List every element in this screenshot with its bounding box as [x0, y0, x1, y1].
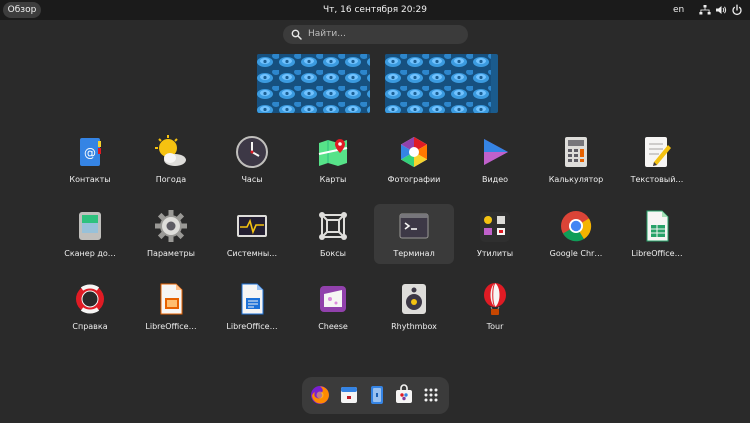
top-bar: Обзор Чт, 16 сентября 20:29 en: [0, 0, 750, 20]
app-tile[interactable]: Cheese: [293, 277, 373, 337]
app-tile[interactable]: Google Chr…: [536, 204, 616, 264]
app-tile[interactable]: Системны…: [212, 204, 292, 264]
app-label: Терминал: [393, 249, 435, 258]
app-label: Справка: [72, 322, 108, 331]
app-tile[interactable]: LibreOffice…: [131, 277, 211, 337]
terminal-icon: [399, 213, 429, 239]
settings-icon: [155, 210, 187, 242]
photos-icon: [401, 137, 427, 167]
files-icon[interactable]: [365, 383, 389, 407]
app-tile[interactable]: Текстовый…: [617, 130, 697, 190]
app-tile[interactable]: LibreOffice…: [617, 204, 697, 264]
firefox-icon[interactable]: [308, 383, 332, 407]
help-icon: [76, 284, 104, 314]
search-placeholder: Найти...: [308, 29, 346, 39]
app-label: Tour: [486, 322, 504, 331]
libreoffice-writer-icon: [241, 283, 264, 315]
app-tile[interactable]: Часы: [212, 130, 292, 190]
app-label: LibreOffice…: [631, 249, 683, 258]
app-label: LibreOffice…: [226, 322, 278, 331]
search-input[interactable]: Найти...: [283, 25, 468, 44]
app-label: Параметры: [147, 249, 195, 258]
app-label: Видео: [481, 175, 509, 184]
app-tile[interactable]: LibreOffice…: [212, 277, 292, 337]
app-label: Google Chr…: [549, 249, 603, 258]
app-label: Текстовый…: [630, 175, 684, 184]
app-tile[interactable]: Боксы: [293, 204, 373, 264]
weather-icon: [155, 135, 186, 166]
software-icon[interactable]: [392, 383, 416, 407]
app-tile[interactable]: Сканер до…: [50, 204, 130, 264]
show-apps-icon[interactable]: [419, 383, 443, 407]
app-tile[interactable]: Погода: [131, 130, 211, 190]
wallpaper-preview: [257, 54, 370, 113]
app-label: Фотографии: [387, 175, 441, 184]
app-tile[interactable]: Калькулятор: [536, 130, 616, 190]
utilities-folder-icon: [480, 212, 510, 242]
app-label: Часы: [241, 175, 263, 184]
app-label: Сканер до…: [64, 249, 116, 258]
boxes-icon: [319, 212, 347, 240]
app-label: Боксы: [320, 249, 346, 258]
wallpaper-preview: [385, 54, 491, 113]
tour-icon: [484, 282, 506, 315]
clock-icon: [236, 136, 268, 168]
app-label: Погода: [155, 175, 187, 184]
app-tile[interactable]: Утилиты: [455, 204, 535, 264]
app-tile[interactable]: Видео: [455, 130, 535, 190]
calendar-icon[interactable]: [337, 383, 361, 407]
date-time[interactable]: Чт, 16 сентября 20:29: [0, 0, 750, 20]
power-icon[interactable]: [731, 4, 743, 16]
text-editor-icon: [645, 137, 671, 167]
volume-icon[interactable]: [715, 4, 727, 16]
network-icon[interactable]: [699, 4, 711, 16]
app-label: Контакты: [69, 175, 111, 184]
app-label: Rhythmbox: [391, 322, 437, 331]
app-label: Системны…: [226, 249, 278, 258]
keyboard-layout-indicator[interactable]: en: [673, 0, 684, 20]
app-tile[interactable]: @ Контакты: [50, 130, 130, 190]
videos-icon: [484, 139, 508, 165]
app-tile[interactable]: Rhythmbox: [374, 277, 454, 337]
app-label: Карты: [319, 175, 347, 184]
rhythmbox-icon: [402, 284, 426, 314]
app-label: Калькулятор: [548, 175, 604, 184]
workspace-thumbnail-1[interactable]: [257, 54, 370, 113]
app-tile[interactable]: Параметры: [131, 204, 211, 264]
app-tile[interactable]: Справка: [50, 277, 130, 337]
search-icon: [291, 29, 302, 40]
workspace-thumbnail-2[interactable]: [385, 54, 498, 113]
libreoffice-impress-icon: [160, 283, 183, 315]
dash: [302, 377, 449, 414]
libreoffice-calc-icon: [646, 210, 669, 242]
app-tile[interactable]: Терминал: [374, 204, 454, 264]
scanner-icon: [79, 212, 101, 240]
app-label: LibreOffice…: [145, 322, 197, 331]
app-label: Cheese: [318, 322, 348, 331]
app-label: Утилиты: [476, 249, 514, 258]
app-tile[interactable]: Tour: [455, 277, 535, 337]
app-tile[interactable]: Карты: [293, 130, 373, 190]
chrome-icon: [561, 211, 592, 242]
cheese-icon: [320, 286, 346, 312]
app-tile[interactable]: Фотографии: [374, 130, 454, 190]
svg-text:@: @: [84, 146, 96, 160]
maps-icon: [318, 139, 348, 166]
calculator-icon: [565, 137, 587, 167]
contacts-icon: @: [80, 138, 101, 166]
system-monitor-icon: [237, 215, 267, 237]
